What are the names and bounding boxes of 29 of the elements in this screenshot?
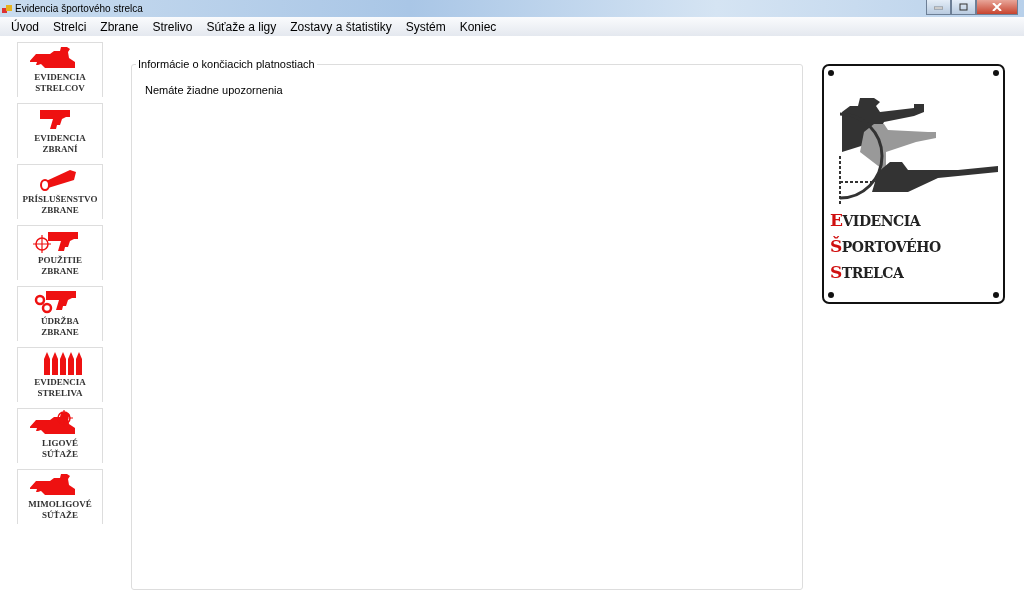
restore-icon xyxy=(959,3,968,11)
sidebar-button[interactable]: LIGOVÉ SÚŤAŽE xyxy=(17,408,103,463)
menu-item[interactable]: Strelivo xyxy=(145,19,200,34)
minimize-button[interactable] xyxy=(926,0,951,15)
menu-item[interactable]: Koniec xyxy=(452,19,504,34)
logo-text: ŠPORTOVÉHO xyxy=(830,235,942,258)
sidebar-button[interactable]: MIMOLIGOVÉ SÚŤAŽE xyxy=(17,469,103,524)
menu-item[interactable]: Súťaže a ligy xyxy=(199,19,284,34)
logo-text: EVIDENCIA xyxy=(830,209,922,232)
menu-item[interactable]: Úvod xyxy=(4,19,46,34)
close-button[interactable] xyxy=(976,0,1018,15)
sidebar-button[interactable]: EVIDENCIA ZBRANÍ xyxy=(17,103,103,158)
restore-button[interactable] xyxy=(951,0,976,15)
sidebar-button[interactable]: PRÍSLUŠENSTVO ZBRANE xyxy=(17,164,103,219)
sidebar-button[interactable]: ÚDRŽBA ZBRANE xyxy=(17,286,103,341)
app-icon xyxy=(2,3,12,14)
minimize-icon xyxy=(934,4,943,10)
sidebar-button[interactable]: POUŽITIE ZBRANE xyxy=(17,225,103,280)
menu-item[interactable]: Systém xyxy=(398,19,453,34)
logo-text: STRELCA xyxy=(830,261,905,284)
sidebar-button[interactable]: EVIDENCIA STRELCOV xyxy=(17,42,103,97)
menu-item[interactable]: Strelci xyxy=(46,19,94,34)
window-title: Evidencia športového strelca xyxy=(15,3,143,14)
close-icon xyxy=(992,3,1002,11)
panel-title: Informácie o končiacich platnostiach xyxy=(136,58,317,70)
menu-item[interactable]: Zbrane xyxy=(93,19,146,34)
notice-message: Nemáte žiadne upozornenia xyxy=(145,84,283,96)
sidebar-button[interactable]: EVIDENCIA STRELIVA xyxy=(17,347,103,402)
menu-item[interactable]: Zostavy a štatistiky xyxy=(283,19,399,34)
